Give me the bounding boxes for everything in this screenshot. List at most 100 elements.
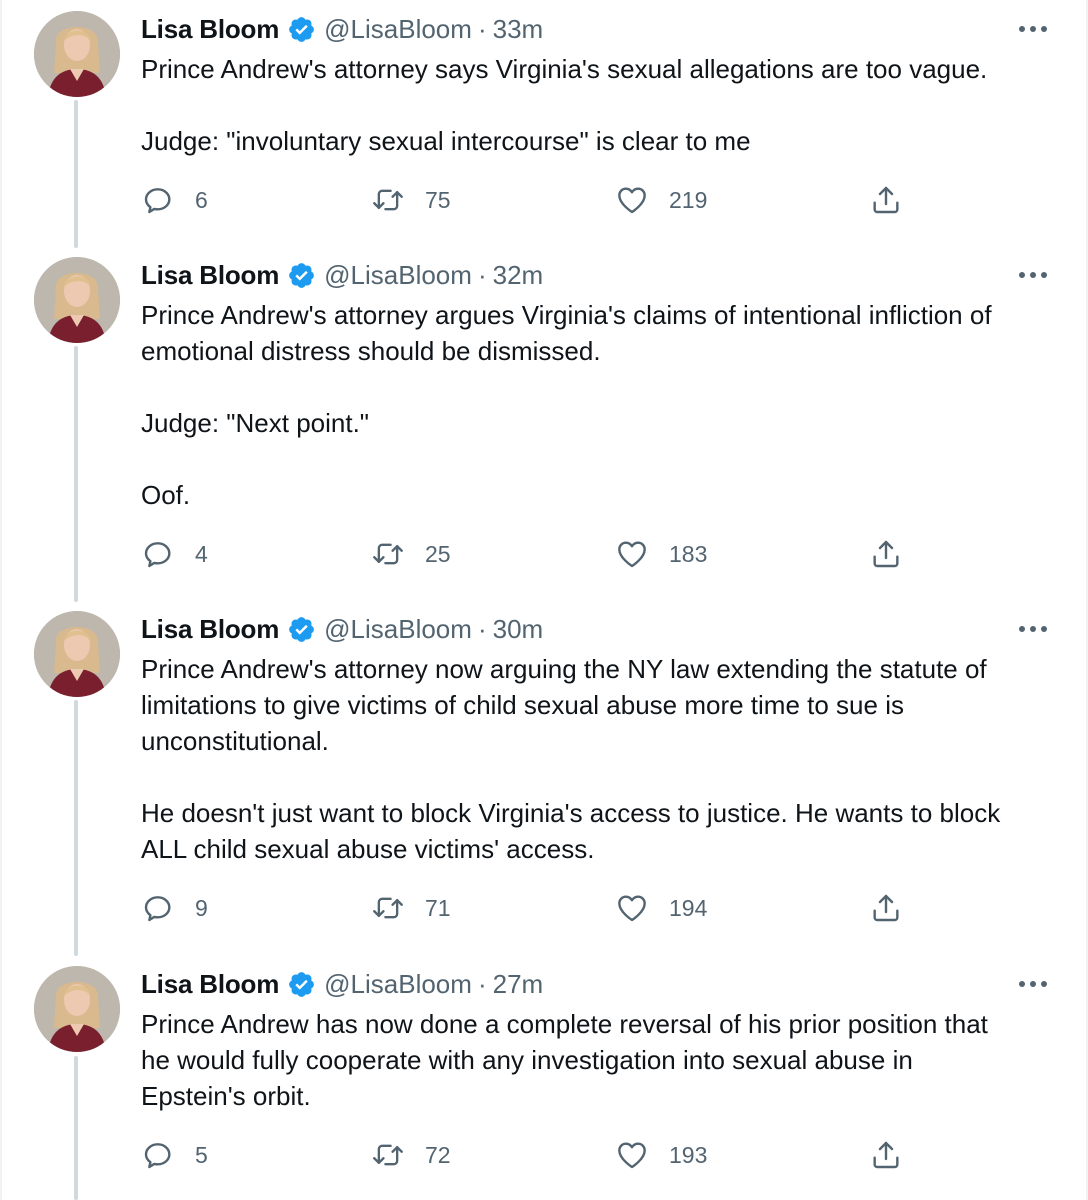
- retweet-button[interactable]: 72: [371, 1137, 451, 1173]
- verified-badge-icon: [287, 261, 316, 290]
- reply-count: 6: [195, 186, 208, 213]
- tweet-text: Prince Andrew's attorney argues Virginia…: [141, 297, 1051, 513]
- author-handle[interactable]: @LisaBloom: [324, 260, 472, 291]
- tweet-actions: 6 75 219: [141, 182, 921, 218]
- more-options-icon[interactable]: [1018, 611, 1048, 647]
- reply-icon: [141, 537, 175, 571]
- like-count: 193: [669, 1141, 708, 1168]
- reply-button[interactable]: 9: [141, 890, 208, 926]
- author-name[interactable]: Lisa Bloom: [141, 260, 279, 291]
- tweet-paragraph: Judge: "Next point.": [141, 408, 370, 438]
- separator: ·: [477, 613, 487, 644]
- reply-icon: [141, 183, 175, 217]
- tweet-header: Lisa Bloom @LisaBloom · 32m: [141, 257, 1051, 293]
- tweet-header: Lisa Bloom @LisaBloom · 30m: [141, 611, 1051, 647]
- more-options-icon[interactable]: [1018, 11, 1048, 47]
- tweet-text: Prince Andrew's attorney now arguing the…: [141, 651, 1051, 867]
- thread-connector-line: [74, 346, 78, 602]
- retweet-count: 25: [425, 540, 451, 567]
- retweet-icon: [371, 537, 405, 571]
- heart-icon: [615, 183, 649, 217]
- heart-icon: [615, 891, 649, 925]
- thread-connector-line: [74, 700, 78, 956]
- like-button[interactable]: 219: [615, 182, 707, 218]
- like-count: 219: [669, 186, 708, 213]
- thread-connector-line: [74, 1056, 78, 1200]
- reply-button[interactable]: 5: [141, 1137, 208, 1173]
- author-name[interactable]: Lisa Bloom: [141, 969, 279, 1000]
- author-name[interactable]: Lisa Bloom: [141, 614, 279, 645]
- reply-button[interactable]: 6: [141, 182, 208, 218]
- tweet-text: Prince Andrew has now done a complete re…: [141, 1006, 1051, 1114]
- tweet-paragraph: Prince Andrew's attorney now arguing the…: [141, 654, 987, 756]
- tweet-paragraph: Prince Andrew's attorney argues Virginia…: [141, 300, 992, 366]
- reply-button[interactable]: 4: [141, 536, 208, 572]
- reply-icon: [141, 891, 175, 925]
- tweet-content: Lisa Bloom @LisaBloom · 27m Prince Andre…: [141, 966, 1051, 1114]
- tweet-paragraph: He doesn't just want to block Virginia's…: [141, 798, 1001, 864]
- tweet-paragraph: Prince Andrew's attorney says Virginia's…: [141, 54, 988, 84]
- tweet-content: Lisa Bloom @LisaBloom · 32m Prince Andre…: [141, 257, 1051, 513]
- tweet-header: Lisa Bloom @LisaBloom · 27m: [141, 966, 1051, 1002]
- like-button[interactable]: 193: [615, 1137, 707, 1173]
- retweet-icon: [371, 1138, 405, 1172]
- avatar[interactable]: [34, 11, 120, 97]
- avatar[interactable]: [34, 611, 120, 697]
- retweet-icon: [371, 183, 405, 217]
- like-button[interactable]: 194: [615, 890, 707, 926]
- tweet-actions: 4 25 183: [141, 536, 921, 572]
- share-button[interactable]: [869, 536, 903, 572]
- share-button[interactable]: [869, 890, 903, 926]
- reply-icon: [141, 1138, 175, 1172]
- like-count: 194: [669, 894, 708, 921]
- more-options-icon[interactable]: [1018, 966, 1048, 1002]
- separator: ·: [477, 259, 487, 290]
- like-button[interactable]: 183: [615, 536, 707, 572]
- retweet-button[interactable]: 25: [371, 536, 451, 572]
- timestamp[interactable]: 32m: [493, 260, 544, 291]
- retweet-count: 75: [425, 186, 451, 213]
- share-icon: [869, 537, 903, 571]
- share-button[interactable]: [869, 182, 903, 218]
- tweet-actions: 5 72 193: [141, 1137, 921, 1173]
- verified-badge-icon: [287, 615, 316, 644]
- avatar[interactable]: [34, 966, 120, 1052]
- tweet-paragraph: Judge: "involuntary sexual intercourse" …: [141, 126, 751, 156]
- retweet-button[interactable]: 75: [371, 182, 451, 218]
- avatar[interactable]: [34, 257, 120, 343]
- tweet-content: Lisa Bloom @LisaBloom · 33m Prince Andre…: [141, 11, 1051, 159]
- author-handle[interactable]: @LisaBloom: [324, 614, 472, 645]
- author-name[interactable]: Lisa Bloom: [141, 14, 279, 45]
- author-handle[interactable]: @LisaBloom: [324, 969, 472, 1000]
- separator: ·: [477, 968, 487, 999]
- timestamp[interactable]: 30m: [493, 614, 544, 645]
- more-options-icon[interactable]: [1018, 257, 1048, 293]
- like-count: 183: [669, 540, 708, 567]
- author-handle[interactable]: @LisaBloom: [324, 14, 472, 45]
- share-icon: [869, 891, 903, 925]
- left-border: [0, 0, 2, 1200]
- tweet-header: Lisa Bloom @LisaBloom · 33m: [141, 11, 1051, 47]
- heart-icon: [615, 537, 649, 571]
- tweet-actions: 9 71 194: [141, 890, 921, 926]
- retweet-count: 72: [425, 1141, 451, 1168]
- share-icon: [869, 1138, 903, 1172]
- share-button[interactable]: [869, 1137, 903, 1173]
- reply-count: 4: [195, 540, 208, 567]
- retweet-button[interactable]: 71: [371, 890, 451, 926]
- heart-icon: [615, 1138, 649, 1172]
- tweet-paragraph: Oof.: [141, 480, 191, 510]
- tweet-content: Lisa Bloom @LisaBloom · 30m Prince Andre…: [141, 611, 1051, 867]
- retweet-count: 71: [425, 894, 451, 921]
- tweet-text: Prince Andrew's attorney says Virginia's…: [141, 51, 1051, 159]
- timestamp[interactable]: 33m: [493, 14, 544, 45]
- verified-badge-icon: [287, 15, 316, 44]
- share-icon: [869, 183, 903, 217]
- tweet-paragraph: Prince Andrew has now done a complete re…: [141, 1009, 988, 1111]
- reply-count: 5: [195, 1141, 208, 1168]
- thread-connector-line: [74, 100, 78, 248]
- verified-badge-icon: [287, 970, 316, 999]
- timestamp[interactable]: 27m: [493, 969, 544, 1000]
- separator: ·: [477, 13, 487, 44]
- reply-count: 9: [195, 894, 208, 921]
